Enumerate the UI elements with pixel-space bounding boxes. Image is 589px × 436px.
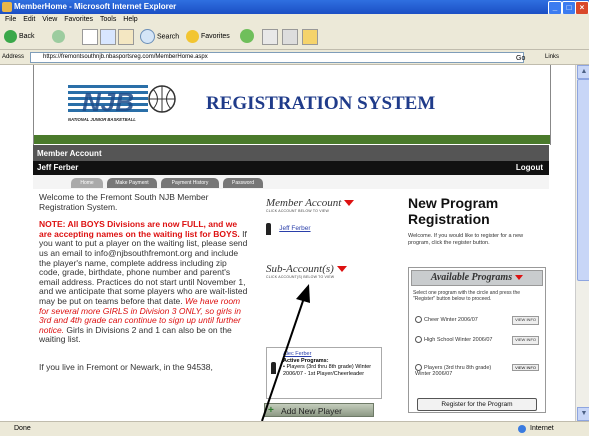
address-bar: Address https://fremontsouthnjb.nbasport…: [0, 50, 589, 65]
close-button[interactable]: ×: [575, 1, 589, 15]
arrowhead-icon: [296, 284, 310, 303]
status-bar: Done Internet: [0, 421, 589, 436]
minimize-button[interactable]: _: [548, 1, 562, 15]
page-content: NJB NATIONAL JUNIOR BASKETBALL REGISTRAT…: [0, 65, 575, 421]
back-button[interactable]: Back: [4, 29, 35, 45]
back-arrow-icon: [4, 29, 17, 43]
maximize-button[interactable]: □: [562, 1, 576, 15]
favorites-button[interactable]: Favorites: [186, 29, 230, 45]
menu-favorites[interactable]: Favorites: [64, 16, 93, 23]
scroll-up-icon[interactable]: ▲: [577, 65, 589, 79]
title-bar: MemberHome - Microsoft Internet Explorer…: [0, 0, 589, 15]
home-icon[interactable]: [118, 29, 134, 45]
vertical-scrollbar[interactable]: ▲ ▼: [575, 65, 589, 421]
menu-tools[interactable]: Tools: [100, 16, 116, 23]
zone-text: Internet: [530, 425, 554, 432]
history-icon[interactable]: [240, 29, 254, 43]
window-title: MemberHome - Microsoft Internet Explorer: [14, 2, 177, 11]
search-icon: [140, 29, 155, 44]
scroll-thumb[interactable]: [577, 79, 589, 281]
menu-bar: File Edit View Favorites Tools Help: [0, 14, 589, 25]
search-button[interactable]: Search: [140, 29, 179, 45]
toolbar: Back Search Favorites: [0, 25, 589, 50]
star-icon: [186, 29, 199, 43]
go-button[interactable]: Go: [516, 52, 525, 66]
scroll-down-icon[interactable]: ▼: [577, 407, 589, 421]
stop-icon[interactable]: [82, 29, 98, 45]
address-input[interactable]: https://fremontsouthnjb.nbasportsreg.com…: [30, 52, 524, 63]
status-text: Done: [14, 425, 31, 432]
links-button[interactable]: Links: [545, 50, 559, 64]
annotation-arrow: [261, 284, 310, 421]
menu-help[interactable]: Help: [123, 16, 137, 23]
browser-window: MemberHome - Microsoft Internet Explorer…: [0, 0, 589, 436]
ie-icon: [2, 2, 12, 12]
globe-icon: [518, 425, 526, 433]
menu-file[interactable]: File: [5, 16, 16, 23]
print-icon[interactable]: [282, 29, 298, 45]
menu-view[interactable]: View: [42, 16, 57, 23]
forward-button[interactable]: [52, 29, 67, 45]
menu-edit[interactable]: Edit: [23, 16, 35, 23]
forward-arrow-icon: [52, 29, 65, 43]
refresh-icon[interactable]: [100, 29, 116, 45]
folder-icon[interactable]: [302, 29, 318, 45]
address-label: Address: [2, 54, 25, 60]
mail-icon[interactable]: [262, 29, 278, 45]
